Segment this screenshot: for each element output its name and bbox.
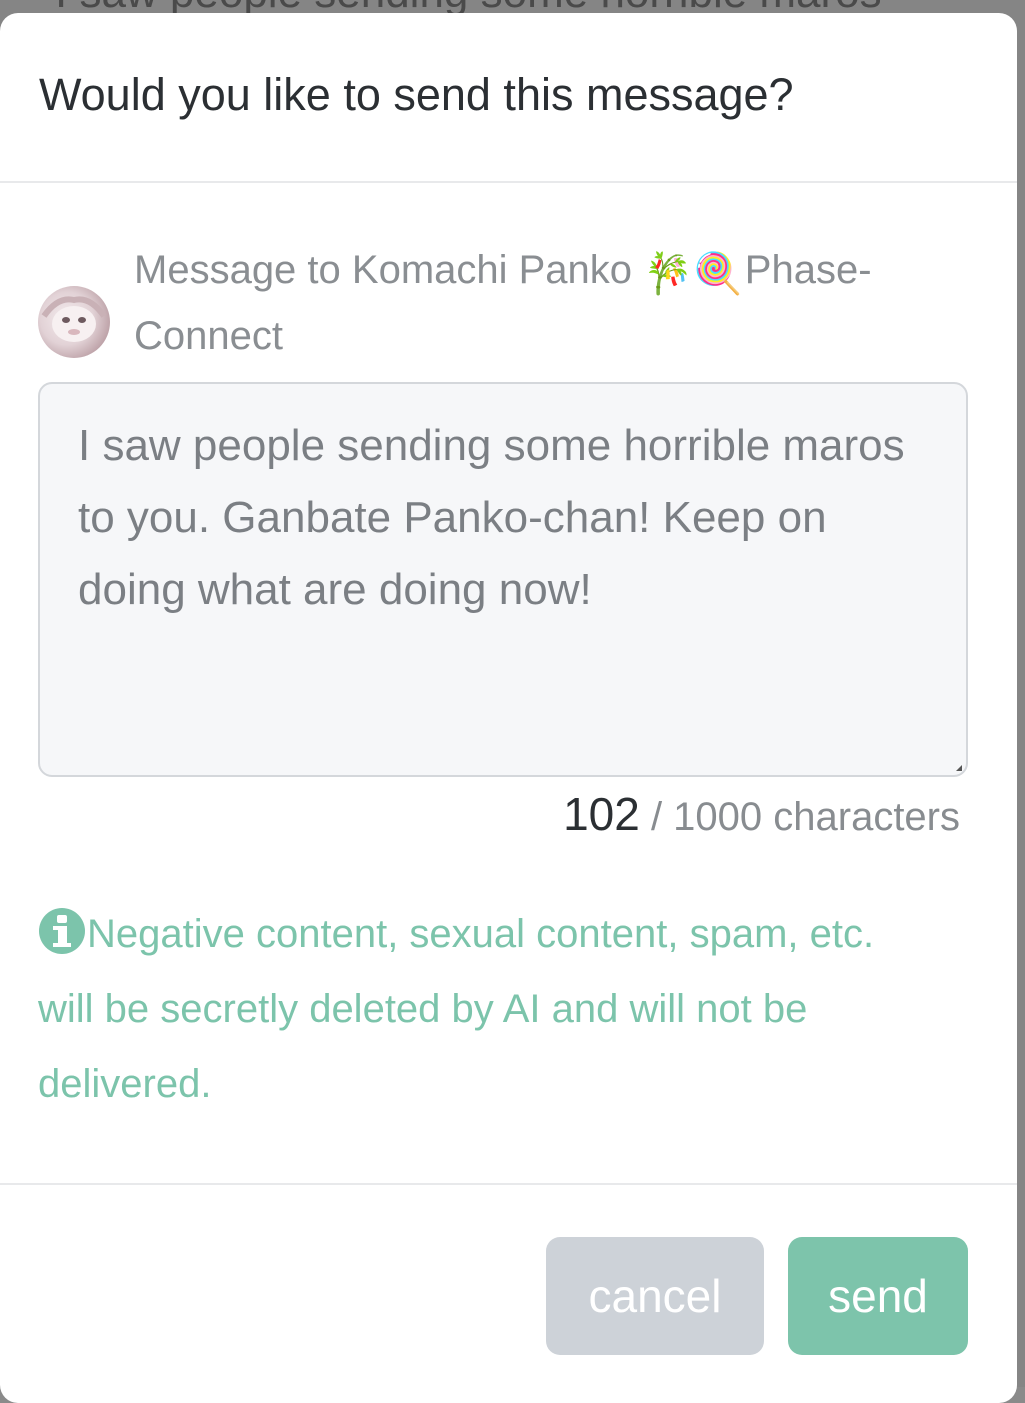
character-count-limit: / 1000 characters — [650, 795, 960, 839]
character-count-current: 102 — [563, 788, 640, 840]
avatar — [38, 286, 110, 358]
info-icon — [39, 908, 85, 954]
recipient-emoji: 🎋🍭 — [643, 252, 743, 296]
send-message-dialog: Would you like to send this message? Mes… — [0, 13, 1017, 1403]
character-counter: 102 / 1000 characters — [563, 787, 960, 841]
moderation-notice: Negative content, sexual content, spam, … — [38, 897, 938, 1122]
cancel-button[interactable]: cancel — [546, 1237, 764, 1355]
dialog-header: Would you like to send this message? — [0, 13, 1017, 183]
resize-handle-icon[interactable] — [956, 765, 962, 771]
message-textarea[interactable]: I saw people sending some horrible maros… — [38, 382, 968, 777]
dialog-title: Would you like to send this message? — [39, 69, 794, 120]
recipient-label: Message to Komachi Panko 🎋🍭Phase-Connect — [134, 239, 954, 367]
moderation-notice-text: Negative content, sexual content, spam, … — [38, 912, 875, 1106]
avatar-image-icon — [41, 296, 107, 342]
recipient-row: Message to Komachi Panko 🎋🍭Phase-Connect — [38, 239, 968, 359]
message-text: I saw people sending some horrible maros… — [78, 421, 905, 614]
dialog-footer: cancel send — [0, 1183, 1017, 1403]
send-button[interactable]: send — [788, 1237, 968, 1355]
recipient-prefix: Message to Komachi Panko — [134, 248, 633, 292]
